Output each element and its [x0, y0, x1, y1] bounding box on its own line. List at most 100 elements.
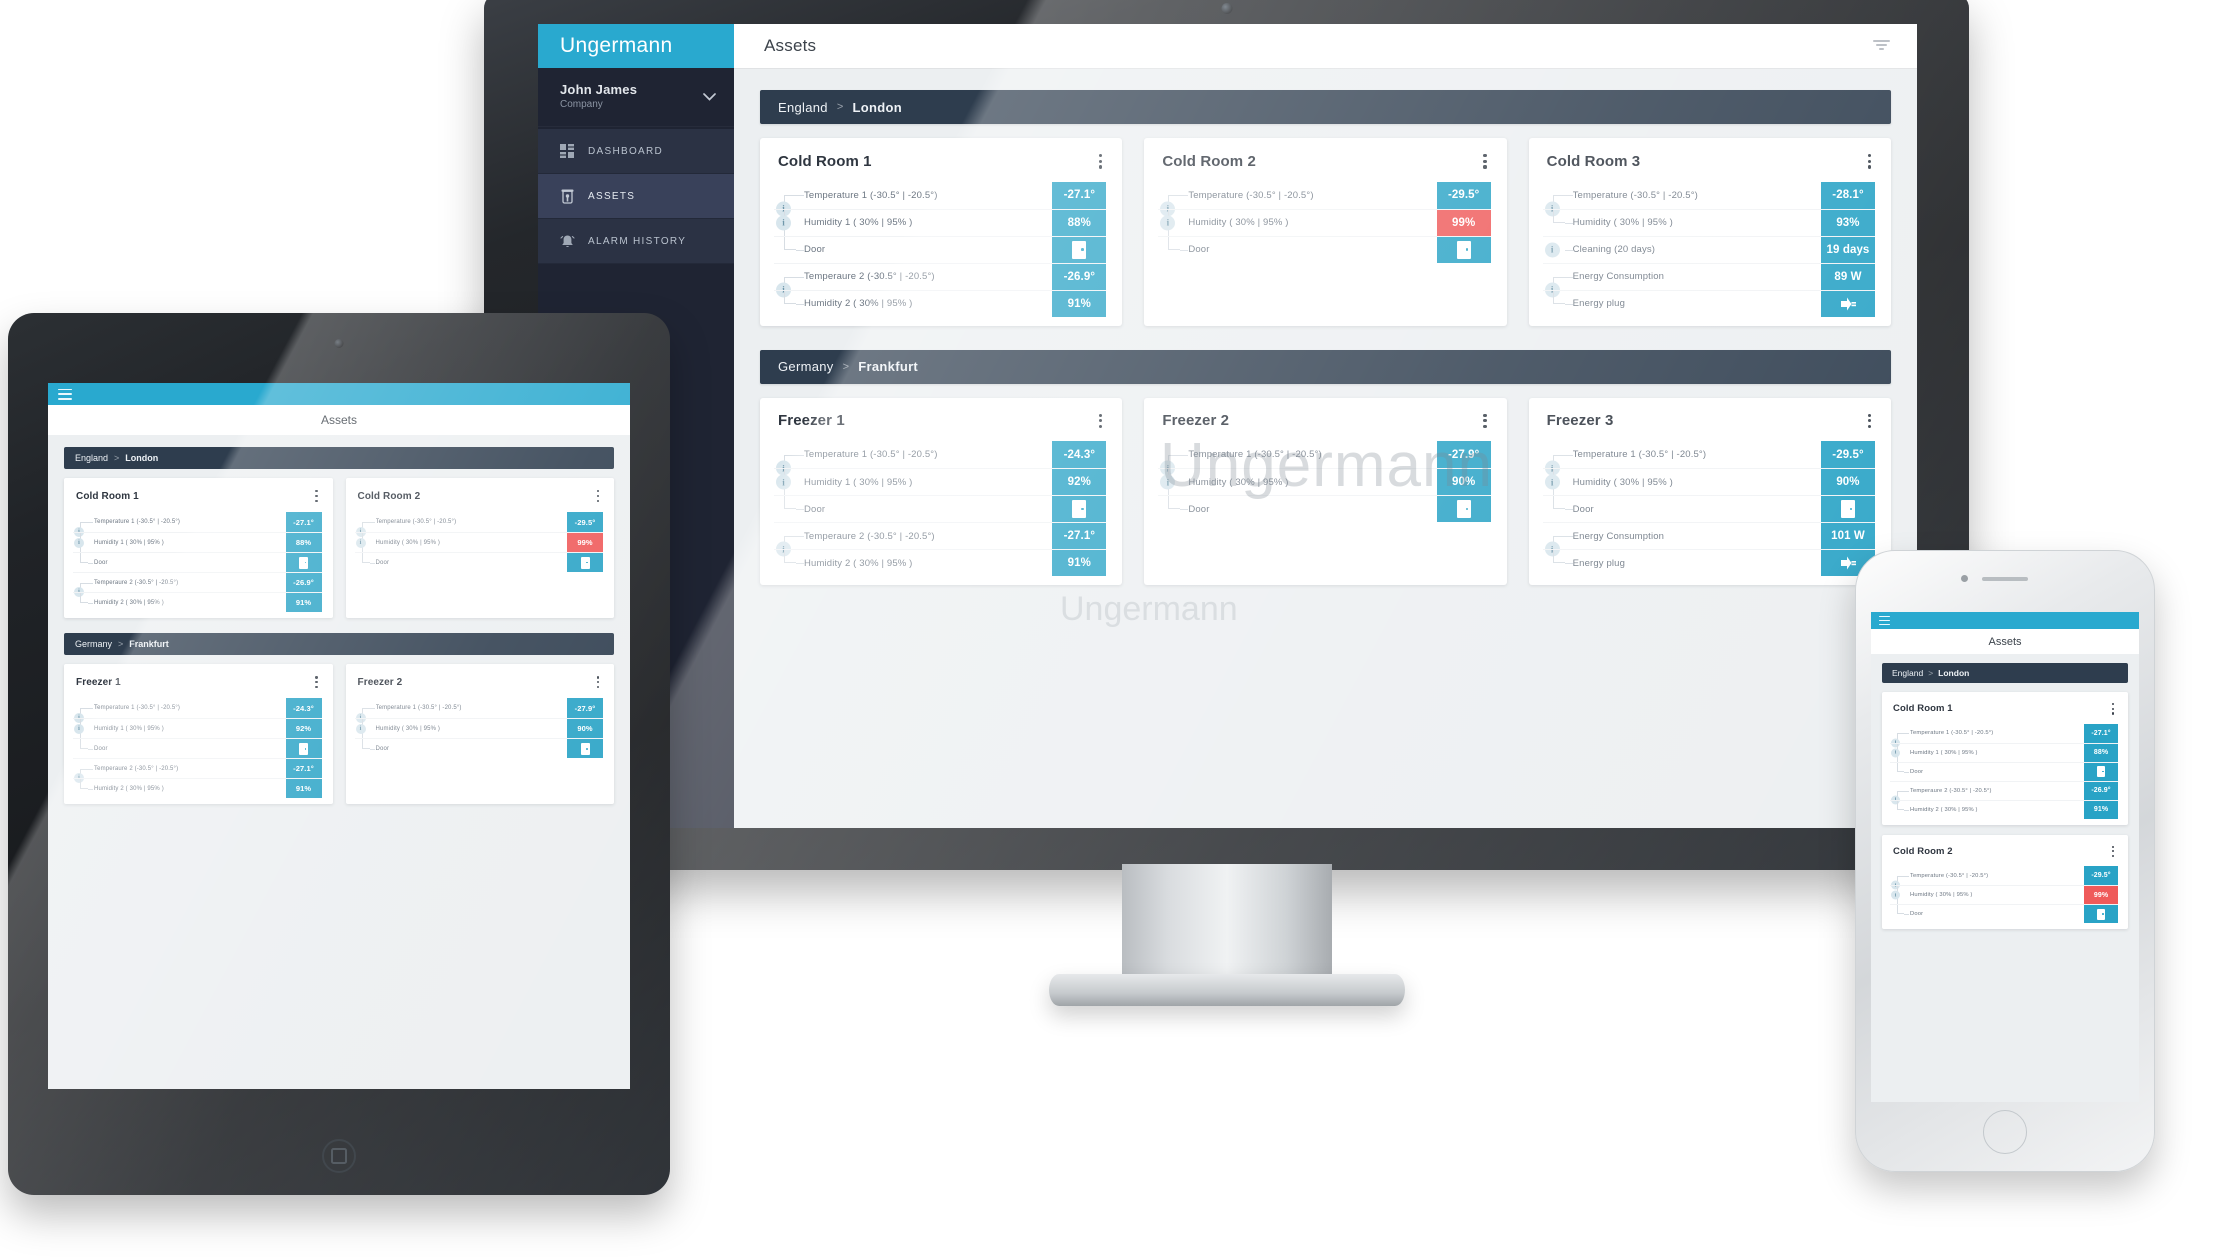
- asset-card[interactable]: Freezer 3 i Temperature 1 (-30.5° | -20.5°…: [1528, 397, 1891, 586]
- metric-row[interactable]: i Temperature (-30.5° | -20.5°) -29.5°: [355, 512, 603, 538]
- metric-row[interactable]: Humidity 2 ( 30% | 95% ) 91%: [774, 549, 1107, 577]
- metric-value-badge[interactable]: -26.9°: [2084, 781, 2118, 800]
- info-icon[interactable]: i: [355, 537, 366, 548]
- info-icon[interactable]: i: [1891, 748, 1900, 758]
- metric-row[interactable]: i Temperaure 2 (-30.5° | -20.5°) -26.9°: [73, 572, 322, 598]
- metric-value-badge[interactable]: 90%: [1436, 469, 1491, 496]
- metric-row[interactable]: i Energy Consumption 89 W: [1542, 262, 1875, 298]
- metric-row[interactable]: Door: [354, 552, 603, 573]
- info-icon[interactable]: i: [1160, 215, 1176, 231]
- metric-value-badge[interactable]: 99%: [1436, 209, 1491, 236]
- metric-value-badge[interactable]: 101 W: [1820, 523, 1875, 550]
- metric-value-badge[interactable]: -27.1°: [285, 759, 322, 779]
- info-icon[interactable]: i: [1160, 474, 1176, 490]
- metric-value-badge[interactable]: 99%: [2084, 886, 2118, 905]
- sidebar-item-assets[interactable]: ASSETS: [538, 174, 734, 219]
- info-icon[interactable]: i: [74, 537, 84, 548]
- metric-row[interactable]: i Humidity 1 ( 30% | 95% ) 88%: [1890, 742, 2118, 762]
- metric-row[interactable]: i Temperature 1 (-30.5° | -20.5°) -24.3°: [73, 698, 322, 724]
- metric-row[interactable]: Door: [73, 552, 322, 573]
- metric-row[interactable]: i Temperature 1 (-30.5° | -20.5°) -27.1°: [1890, 723, 2118, 748]
- metric-row[interactable]: i Humidity ( 30% | 95% ) 99%: [1158, 208, 1491, 236]
- metric-row[interactable]: i Humidity ( 30% | 95% ) 90%: [354, 718, 603, 739]
- metric-value-badge[interactable]: -29.5°: [2084, 866, 2118, 886]
- asset-card[interactable]: Freezer 1 i Temperature 1 (-30.5° | -20.5°…: [64, 664, 333, 805]
- metric-value-badge[interactable]: -27.9°: [1436, 441, 1491, 469]
- sidebar-item-alarm-history[interactable]: ALARM HISTORY: [538, 219, 734, 264]
- metric-row[interactable]: Door: [73, 738, 322, 759]
- metric-row[interactable]: Humidity 2 ( 30% | 95% ) 91%: [73, 592, 322, 613]
- breadcrumb[interactable]: England > London: [760, 90, 1891, 124]
- metric-value-badge[interactable]: 88%: [1052, 209, 1107, 236]
- breadcrumb[interactable]: England > London: [64, 447, 614, 469]
- kebab-menu-icon[interactable]: [1479, 411, 1490, 432]
- metric-value-badge[interactable]: 93%: [1820, 209, 1875, 236]
- asset-card[interactable]: Cold Room 1 i Temperature 1 (-30.5° | -20.…: [1882, 692, 2128, 825]
- metric-value-badge[interactable]: [1436, 496, 1491, 523]
- metric-row[interactable]: i Cleaning (20 days) 19 days: [1542, 235, 1875, 263]
- metric-row[interactable]: i Humidity 1 ( 30% | 95% ) 88%: [73, 532, 322, 553]
- metric-row[interactable]: i Humidity ( 30% | 95% ) 90%: [1542, 468, 1875, 496]
- metric-value-badge[interactable]: 91%: [1052, 290, 1107, 317]
- info-icon[interactable]: i: [1544, 474, 1560, 490]
- metric-row[interactable]: i Temperature 1 (-30.5° | -20.5°) -27.9°: [1158, 441, 1491, 476]
- tablet-home-button[interactable]: [322, 1139, 356, 1173]
- metric-value-badge[interactable]: 19 days: [1820, 236, 1875, 263]
- metric-value-badge[interactable]: 91%: [285, 779, 322, 799]
- info-icon[interactable]: i: [355, 723, 366, 734]
- metric-value-badge[interactable]: 90%: [567, 719, 603, 739]
- metric-value-badge[interactable]: [2084, 762, 2118, 781]
- metric-value-badge[interactable]: -29.5°: [567, 512, 603, 533]
- hamburger-menu-icon[interactable]: [58, 388, 72, 400]
- metric-value-badge[interactable]: -27.1°: [285, 512, 322, 533]
- metric-value-badge[interactable]: -24.3°: [285, 698, 322, 719]
- metric-row[interactable]: Door: [1158, 495, 1491, 523]
- metric-value-badge[interactable]: -27.1°: [1052, 523, 1107, 550]
- kebab-menu-icon[interactable]: [311, 673, 321, 691]
- metric-value-badge[interactable]: -26.9°: [285, 573, 322, 593]
- metric-row[interactable]: i Humidity 1 ( 30% | 95% ) 92%: [774, 468, 1107, 496]
- metric-value-badge[interactable]: 91%: [2084, 800, 2118, 819]
- kebab-menu-icon[interactable]: [1479, 151, 1490, 172]
- metric-value-badge[interactable]: 88%: [2084, 743, 2118, 762]
- metric-value-badge[interactable]: -27.1°: [2084, 723, 2118, 743]
- metric-row[interactable]: Humidity ( 30% | 95% ) 93%: [1542, 208, 1875, 236]
- metric-value-badge[interactable]: 91%: [1052, 550, 1107, 577]
- kebab-menu-icon[interactable]: [2108, 700, 2118, 718]
- asset-card[interactable]: Cold Room 2 i Temperature (-30.5° | -20.5°…: [1882, 834, 2128, 930]
- metric-value-badge[interactable]: -26.9°: [1052, 263, 1107, 290]
- kebab-menu-icon[interactable]: [2108, 843, 2118, 861]
- asset-card[interactable]: Cold Room 2 i Temperature (-30.5° | -20.5°…: [345, 478, 614, 619]
- metric-row[interactable]: Energy plug: [1542, 549, 1875, 577]
- metric-value-badge[interactable]: 99%: [567, 533, 603, 553]
- info-icon[interactable]: i: [1891, 890, 1900, 900]
- kebab-menu-icon[interactable]: [1864, 411, 1875, 432]
- metric-row[interactable]: i Temperaure 2 (-30.5° | -20.5°) -26.9°: [774, 262, 1107, 298]
- metric-value-badge[interactable]: [1052, 236, 1107, 263]
- metric-row[interactable]: Door: [1890, 761, 2118, 781]
- metric-row[interactable]: i Humidity 1 ( 30% | 95% ) 92%: [73, 718, 322, 739]
- asset-card[interactable]: Cold Room 3 i Temperature (-30.5° | -20.5°…: [1528, 138, 1891, 326]
- asset-card[interactable]: Freezer 2 i Temperature 1 (-30.5° | -20.5°…: [345, 664, 614, 805]
- info-icon[interactable]: i: [776, 474, 791, 490]
- metric-row[interactable]: Humidity 2 ( 30% | 95% ) 91%: [73, 778, 322, 799]
- metric-value-badge[interactable]: 88%: [285, 533, 322, 553]
- metric-value-badge[interactable]: 92%: [1052, 469, 1107, 496]
- metric-row[interactable]: Door: [1890, 904, 2118, 924]
- metric-row[interactable]: Energy plug: [1542, 289, 1875, 317]
- kebab-menu-icon[interactable]: [1095, 151, 1106, 172]
- hamburger-menu-icon[interactable]: [1879, 616, 1890, 625]
- metric-value-badge[interactable]: -29.5°: [1436, 181, 1491, 209]
- asset-card[interactable]: Cold Room 2 i Temperature (-30.5° | -20.5°…: [1144, 138, 1507, 326]
- metric-row[interactable]: i Humidity ( 30% | 95% ) 99%: [354, 532, 603, 553]
- metric-row[interactable]: i Temperature 1 (-30.5° | -20.5°) -29.5°: [1543, 441, 1875, 476]
- brand-logo[interactable]: Ungermann: [538, 24, 734, 68]
- metric-value-badge[interactable]: -27.1°: [1052, 181, 1107, 209]
- metric-row[interactable]: Door: [774, 235, 1107, 263]
- kebab-menu-icon[interactable]: [311, 487, 321, 505]
- metric-row[interactable]: i Temperaure 2 (-30.5° | -20.5°) -27.1°: [774, 522, 1107, 557]
- breadcrumb[interactable]: Germany > Frankfurt: [760, 349, 1891, 384]
- metric-row[interactable]: i Humidity ( 30% | 95% ) 99%: [1890, 885, 2118, 905]
- metric-value-badge[interactable]: [285, 553, 322, 573]
- kebab-menu-icon[interactable]: [593, 673, 603, 691]
